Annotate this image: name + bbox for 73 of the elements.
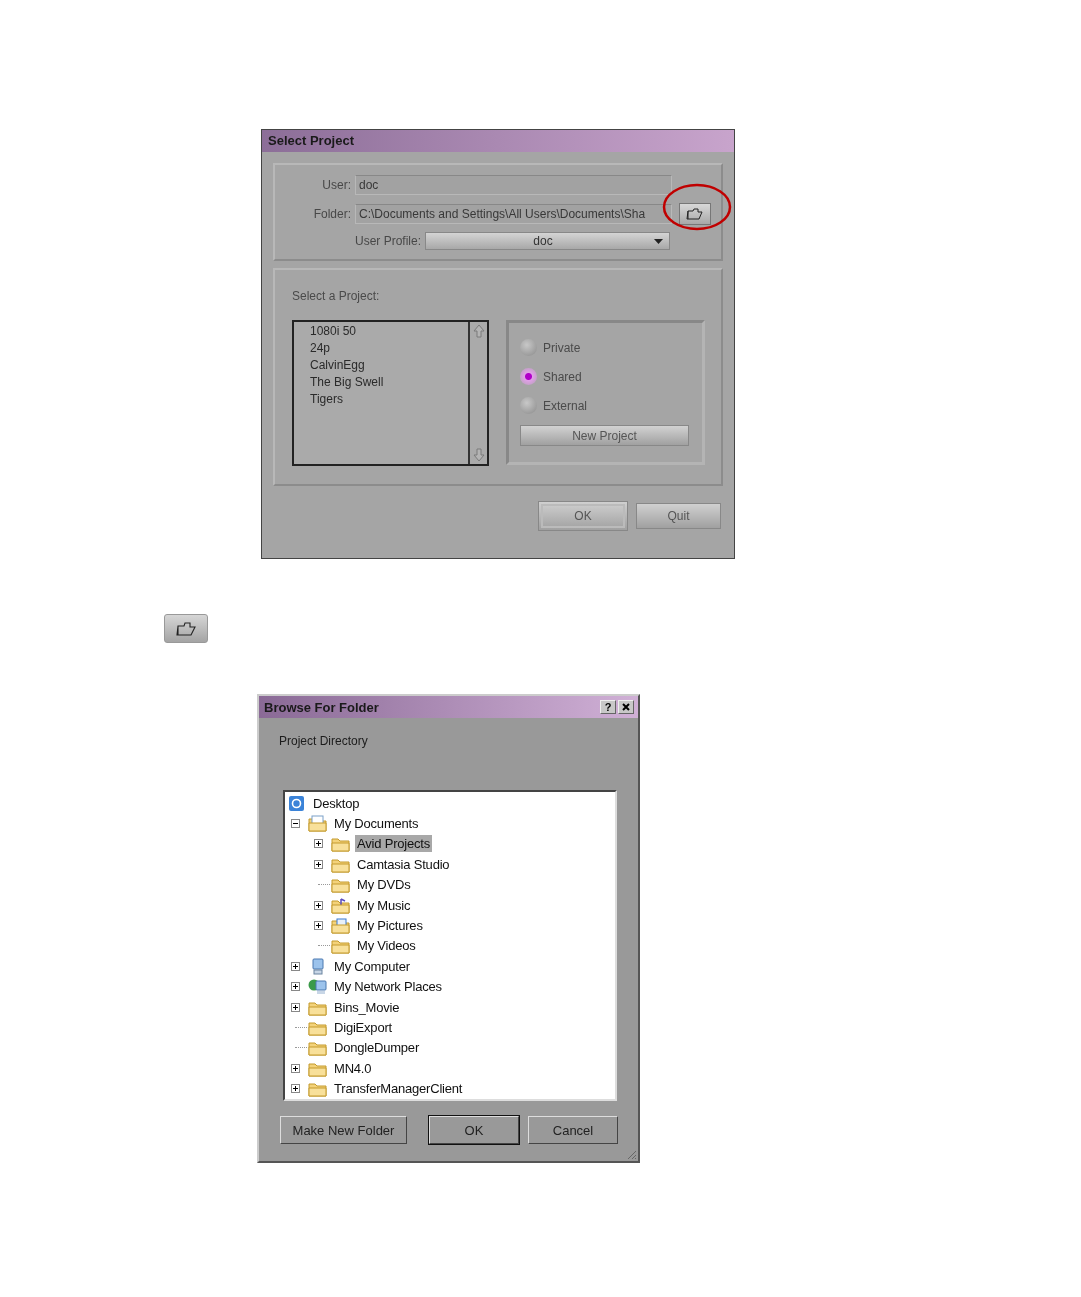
close-icon bbox=[622, 703, 630, 711]
dialog-button[interactable]: Quit bbox=[636, 503, 721, 529]
tree-item[interactable]: TransferManagerClient bbox=[332, 1080, 465, 1098]
tree-item[interactable]: My Computer bbox=[332, 957, 412, 975]
expander-box[interactable] bbox=[314, 921, 323, 931]
tree-item[interactable]: MN4.0 bbox=[332, 1059, 374, 1077]
expander-box[interactable] bbox=[291, 1002, 300, 1012]
folder-icon bbox=[308, 1019, 328, 1036]
dialog-button[interactable]: Make New Folder bbox=[280, 1116, 407, 1144]
folder-field[interactable]: C:\Documents and Settings\All Users\Documents\Sha bbox=[355, 204, 672, 224]
pictures-folder-icon bbox=[331, 917, 351, 935]
folder-icon bbox=[331, 876, 351, 894]
expander-box[interactable] bbox=[314, 839, 323, 849]
folder-icon bbox=[174, 621, 198, 636]
browse-folder-button[interactable] bbox=[164, 614, 208, 643]
project-item[interactable]: CalvinEgg bbox=[310, 357, 468, 374]
folder-icon bbox=[331, 937, 351, 955]
tree-item[interactable]: My Videos bbox=[355, 937, 418, 955]
folder-icon bbox=[331, 835, 351, 853]
radio-button[interactable] bbox=[520, 397, 537, 414]
new-project-button[interactable]: New Project bbox=[520, 425, 689, 446]
tree-item[interactable]: My Network Places bbox=[332, 978, 444, 996]
project-item[interactable]: 24p bbox=[310, 340, 468, 357]
tree-item[interactable]: Desktop bbox=[311, 794, 362, 812]
tree-item[interactable]: DongleDumper bbox=[332, 1039, 422, 1057]
close-button[interactable] bbox=[618, 700, 634, 714]
user-field[interactable]: doc bbox=[355, 175, 672, 195]
desktop-icon bbox=[287, 794, 307, 812]
radio-label: Shared bbox=[543, 369, 582, 384]
radio-button[interactable] bbox=[520, 368, 537, 385]
tree-item[interactable]: My Documents bbox=[332, 815, 421, 833]
tree-item[interactable]: DigiExport bbox=[332, 1019, 394, 1036]
radio-label: Private bbox=[543, 340, 581, 355]
documents-folder-icon bbox=[308, 815, 328, 833]
dropdown-arrow-icon bbox=[654, 238, 663, 244]
project-item[interactable]: Tigers bbox=[310, 391, 468, 408]
project-item[interactable]: 1080i 50 bbox=[310, 323, 468, 340]
user-profile-dropdown[interactable]: doc bbox=[425, 232, 670, 250]
tree-item[interactable]: My DVDs bbox=[355, 876, 413, 894]
window-title: Browse For Folder bbox=[264, 699, 380, 715]
window-title: Select Project bbox=[262, 130, 734, 152]
field-label: User: bbox=[321, 178, 352, 192]
tree-item[interactable]: Bins_Movie bbox=[332, 998, 402, 1016]
section-label: Select a Project: bbox=[292, 289, 381, 303]
tree-item[interactable]: Camtasia Studio bbox=[355, 855, 452, 873]
tree-item[interactable]: Avid Projects bbox=[355, 835, 433, 853]
dialog-button[interactable]: OK bbox=[429, 1116, 519, 1144]
expander-box[interactable] bbox=[291, 1084, 300, 1094]
browse-folder-button[interactable] bbox=[679, 203, 711, 225]
field-label: Folder: bbox=[312, 207, 352, 221]
expander-box[interactable] bbox=[314, 900, 323, 910]
radio-label: External bbox=[543, 398, 588, 413]
expander-box[interactable] bbox=[291, 982, 300, 992]
tree-item[interactable]: My Music bbox=[355, 896, 413, 914]
folder-icon bbox=[685, 208, 705, 220]
highlight-circle bbox=[661, 182, 733, 232]
music-folder-icon bbox=[331, 896, 351, 914]
project-item[interactable]: The Big Swell bbox=[310, 374, 468, 391]
field-label: User Profile: bbox=[353, 234, 422, 248]
expander-box[interactable] bbox=[314, 859, 323, 869]
prompt-text: Project Directory bbox=[279, 734, 369, 748]
help-button[interactable]: ? bbox=[600, 700, 616, 714]
resize-grip-icon[interactable] bbox=[625, 1148, 637, 1160]
expander-box[interactable] bbox=[291, 819, 300, 829]
expander-box[interactable] bbox=[291, 1063, 300, 1073]
network-icon bbox=[308, 978, 328, 996]
folder-icon bbox=[308, 1080, 328, 1098]
dialog-button[interactable]: OK bbox=[538, 501, 628, 531]
expander-box[interactable] bbox=[291, 961, 300, 971]
dialog-button[interactable]: Cancel bbox=[528, 1116, 618, 1144]
folder-icon bbox=[308, 1039, 328, 1057]
radio-button[interactable] bbox=[520, 339, 537, 356]
tree-item[interactable]: My Pictures bbox=[355, 917, 425, 935]
